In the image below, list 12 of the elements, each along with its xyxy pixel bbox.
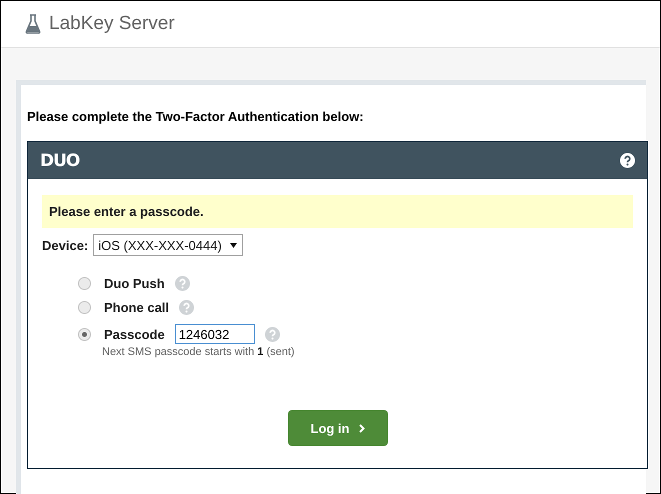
method-label[interactable]: Phone call [104,300,170,315]
method-label[interactable]: Passcode [104,326,165,342]
passcode-field[interactable]: 1246032 [174,324,255,344]
instructions-heading: Please complete the Two-Factor Authentication below: [27,109,364,124]
duo-logo: DUO [40,150,80,170]
message-text: Please enter a passcode. [49,204,204,219]
login-button[interactable]: Log in [288,410,388,446]
device-dropdown[interactable]: iOS (XXX-XXX-0444) [93,234,243,256]
passcode-hint: Next SMS passcode starts with 1 (sent) [102,346,296,358]
app-title[interactable]: LabKey Server [49,13,175,35]
device-label: Device: [42,238,88,252]
method-label[interactable]: Duo Push [104,276,165,291]
